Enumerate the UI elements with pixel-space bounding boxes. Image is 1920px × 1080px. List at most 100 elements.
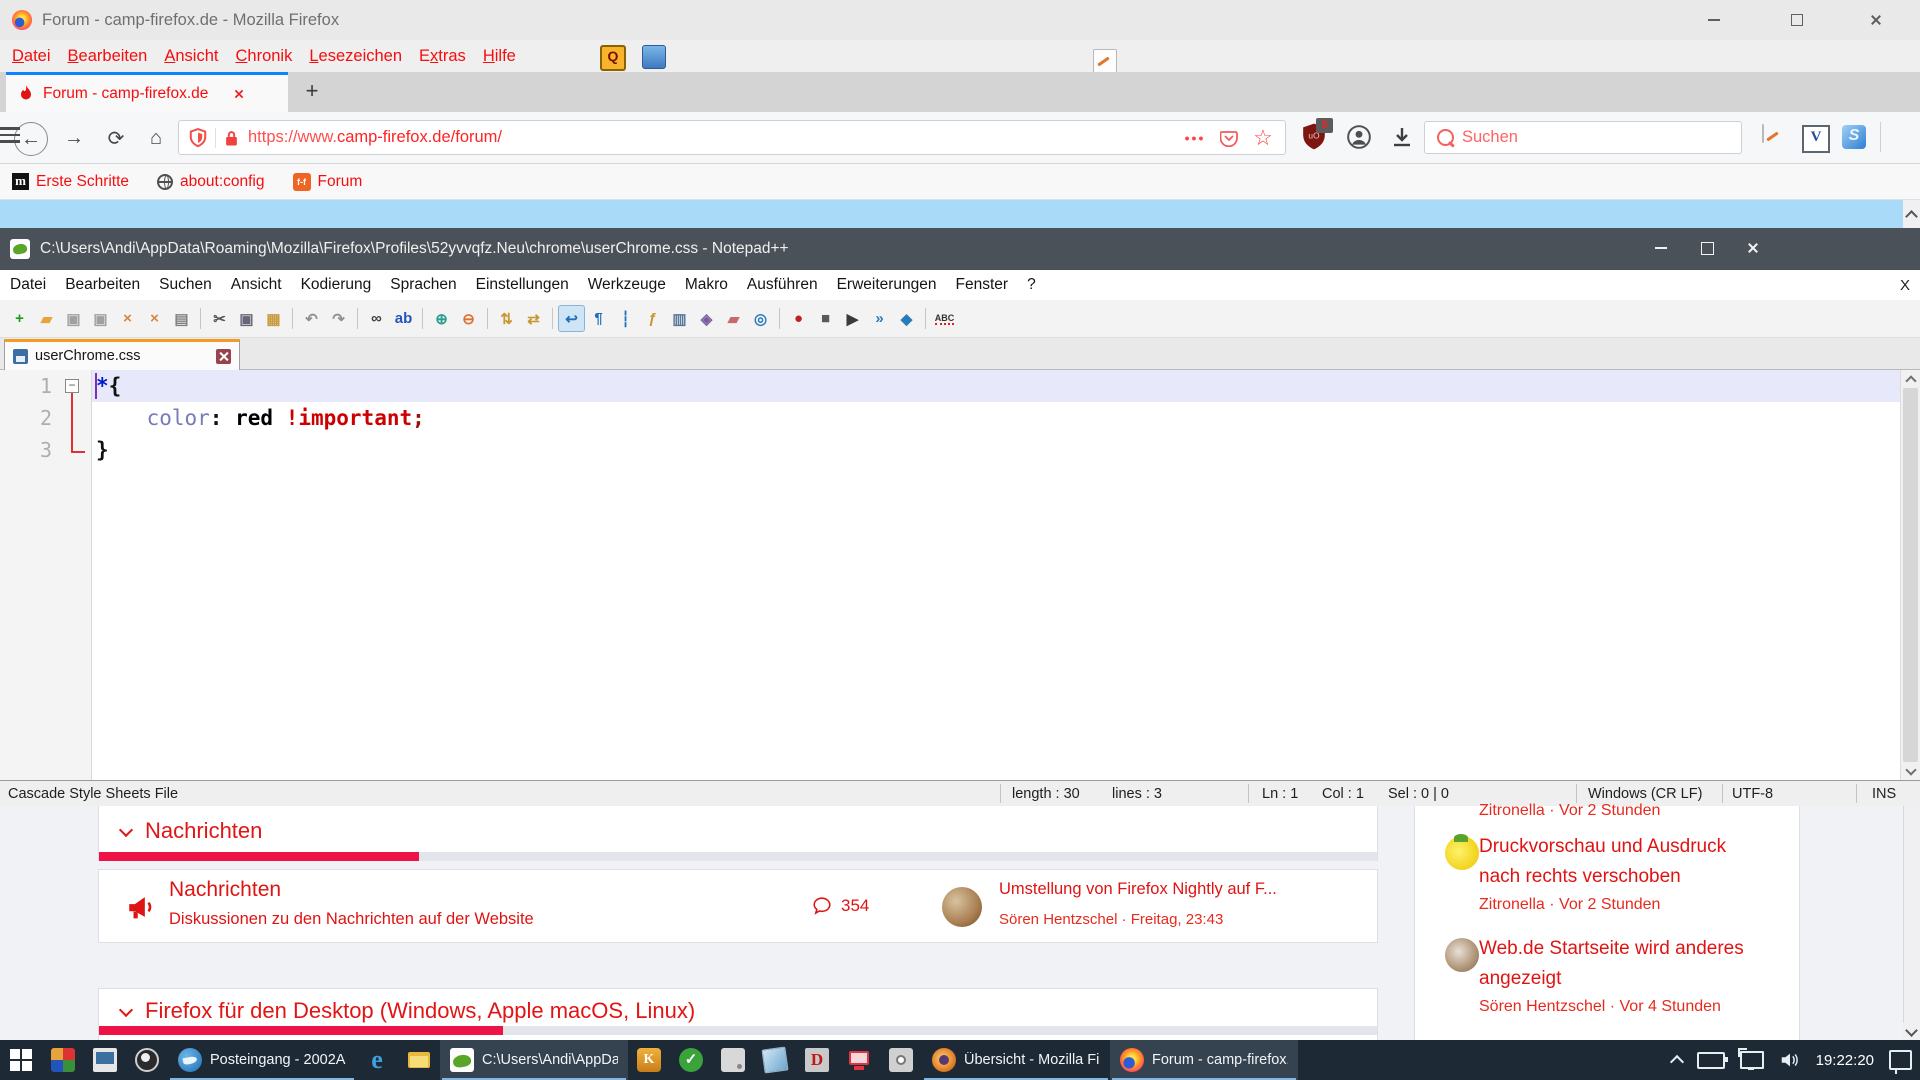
npp-menu-kodierung[interactable]: Kodierung: [301, 276, 372, 294]
npp-menu-makro[interactable]: Makro: [685, 276, 728, 294]
macro-save-icon[interactable]: ◆: [894, 306, 919, 331]
url-text[interactable]: https://www.camp-firefox.de/forum/: [248, 128, 1181, 147]
file-monitoring-icon[interactable]: ◎: [748, 306, 773, 331]
battery-icon[interactable]: [1697, 1052, 1725, 1069]
npp-menu-?[interactable]: ?: [1027, 276, 1036, 294]
hamburger-menu-icon[interactable]: [0, 127, 20, 147]
notes-toolbar-icon[interactable]: [1762, 124, 1764, 143]
open-file-icon[interactable]: ▰: [34, 306, 59, 331]
d-tool-icon[interactable]: D: [796, 1040, 838, 1080]
forum-row-nachrichten[interactable]: Nachrichten Diskussionen zu den Nachrich…: [98, 869, 1378, 943]
taskbar-clock[interactable]: 19:22:20: [1816, 1052, 1874, 1069]
npp-menu-sprachen[interactable]: Sprachen: [390, 276, 456, 294]
notepadpp-maximize-button[interactable]: [1684, 228, 1730, 268]
blue-notepad-icon[interactable]: [754, 1040, 796, 1080]
task-firefox-forum[interactable]: Forum - camp-firefox....: [1110, 1040, 1298, 1080]
reload-button[interactable]: ⟳: [100, 122, 132, 154]
last-post-link[interactable]: Umstellung von Firefox Nightly auf F...: [999, 880, 1277, 899]
menu-lesezeichen[interactable]: Lesezeichen: [309, 47, 402, 66]
sidebar-item-byline[interactable]: Sören Hentzschel · Vor 4 Stunden: [1479, 998, 1721, 1016]
notepadpp-titlebar[interactable]: C:\Users\Andi\AppData\Roaming\Mozilla\Fi…: [0, 228, 1920, 270]
section-collapse-icon[interactable]: [119, 822, 133, 836]
notepadpp-editor[interactable]: 123 − *{ color: red !important;}: [0, 370, 1920, 780]
npp-menu-suchen[interactable]: Suchen: [159, 276, 212, 294]
sidebar-topic-link[interactable]: Druckvorschau und Ausdrucknach rechts ve…: [1479, 832, 1726, 892]
folder-extension-icon[interactable]: [642, 45, 666, 69]
forward-button[interactable]: →: [58, 122, 90, 154]
document-switcher-icon[interactable]: ◈: [694, 306, 719, 331]
new-tab-button[interactable]: +: [300, 80, 324, 104]
spell-check-icon[interactable]: ABC: [932, 306, 957, 331]
task-notepadpp[interactable]: C:\Users\Andi\AppDa...: [440, 1040, 628, 1080]
redo-icon[interactable]: ↷: [326, 306, 351, 331]
function-list-icon[interactable]: ƒ: [640, 306, 665, 331]
page-actions-icon[interactable]: •••: [1181, 124, 1209, 152]
colorful-blocks-app-icon[interactable]: [42, 1040, 84, 1080]
bookmark-star-icon[interactable]: ☆: [1249, 124, 1277, 152]
page-scrollbar-track[interactable]: [1903, 806, 1920, 1040]
notepadpp-doc-close-x[interactable]: X: [1900, 277, 1910, 294]
save-all-icon[interactable]: ▣: [88, 306, 113, 331]
macro-play-icon[interactable]: ▶: [840, 306, 865, 331]
camera-icon[interactable]: [880, 1040, 922, 1080]
firefox-close-button[interactable]: [1853, 0, 1899, 40]
indent-guide-icon[interactable]: ┆: [613, 306, 638, 331]
tab-close-icon[interactable]: [234, 88, 244, 98]
red-monitor-icon[interactable]: [838, 1040, 880, 1080]
tab-forum-camp-firefox[interactable]: Forum - camp-firefox.de: [6, 72, 288, 112]
bookmark-erste-schritte[interactable]: m Erste Schritte: [12, 173, 129, 191]
npp-menu-ansicht[interactable]: Ansicht: [231, 276, 282, 294]
pocket-icon[interactable]: [1215, 124, 1243, 152]
presentation-app-icon[interactable]: [84, 1040, 126, 1080]
document-map-icon[interactable]: ▥: [667, 306, 692, 331]
scrollbar-down-arrow[interactable]: [1901, 763, 1920, 780]
menu-hilfe[interactable]: Hilfe: [483, 47, 516, 66]
replace-icon[interactable]: ab: [391, 306, 416, 331]
task-thunderbird[interactable]: Posteingang - 2002An...: [168, 1040, 356, 1080]
ublock-origin-icon[interactable]: uO 5: [1300, 122, 1330, 152]
paste-icon[interactable]: ▦: [261, 306, 286, 331]
section-collapse-icon[interactable]: [119, 1002, 133, 1016]
home-button[interactable]: ⌂: [140, 122, 172, 154]
page-scrollbar-down-button[interactable]: [1903, 1023, 1920, 1040]
quick-search-extension-icon[interactable]: Q: [600, 45, 626, 71]
firefox-minimize-button[interactable]: [1691, 0, 1737, 40]
menu-extras[interactable]: Extras: [419, 47, 466, 66]
sidebar-item-byline[interactable]: Zitronella · Vor 2 Stunden: [1479, 802, 1660, 820]
sidebar-topic-link[interactable]: Web.de Startseite wird anderesangezeigt: [1479, 934, 1744, 994]
firefox-maximize-button[interactable]: [1774, 0, 1820, 40]
start-button[interactable]: [0, 1040, 42, 1080]
v-extension-icon[interactable]: V: [1802, 125, 1830, 153]
macro-record-icon[interactable]: ●: [786, 306, 811, 331]
keepass-icon[interactable]: K: [628, 1040, 670, 1080]
forum-title-link[interactable]: Nachrichten: [169, 878, 281, 902]
print-icon[interactable]: ▤: [169, 306, 194, 331]
word-wrap-icon[interactable]: ↩: [559, 306, 584, 331]
zoom-in-icon[interactable]: ⊕: [429, 306, 454, 331]
macro-run-multiple-icon[interactable]: »: [867, 306, 892, 331]
folder-as-workspace-icon[interactable]: ▰: [721, 306, 746, 331]
menu-datei[interactable]: Datei: [12, 47, 51, 66]
editor-scrollbar[interactable]: [1900, 370, 1920, 780]
doc-tab-userchrome-css[interactable]: userChrome.css: [4, 339, 240, 370]
code-area[interactable]: *{ color: red !important;}: [92, 370, 1900, 780]
sidebar-avatar[interactable]: [1445, 938, 1479, 972]
drive-icon[interactable]: [712, 1040, 754, 1080]
menu-chronik[interactable]: Chronik: [235, 47, 292, 66]
npp-menu-werkzeuge[interactable]: Werkzeuge: [588, 276, 666, 294]
doc-tab-close-icon[interactable]: [216, 349, 231, 364]
close-file-icon[interactable]: ×: [115, 306, 140, 331]
section-title[interactable]: Nachrichten: [145, 818, 262, 844]
sidebar-avatar[interactable]: [1445, 836, 1479, 870]
notepadpp-minimize-button[interactable]: [1638, 228, 1684, 268]
downloads-icon[interactable]: [1390, 125, 1414, 154]
npp-menu-ausfhren[interactable]: Ausführen: [747, 276, 818, 294]
npp-menu-einstellungen[interactable]: Einstellungen: [476, 276, 569, 294]
copy-icon[interactable]: ▣: [234, 306, 259, 331]
scrollbar-up-arrow[interactable]: [1901, 370, 1920, 387]
volume-icon[interactable]: [1779, 1050, 1801, 1070]
cut-icon[interactable]: ✂: [207, 306, 232, 331]
url-bar[interactable]: https://www.camp-firefox.de/forum/ ••• ☆: [178, 120, 1286, 155]
menu-bearbeiten[interactable]: Bearbeiten: [68, 47, 148, 66]
fold-collapse-icon[interactable]: −: [65, 379, 79, 393]
